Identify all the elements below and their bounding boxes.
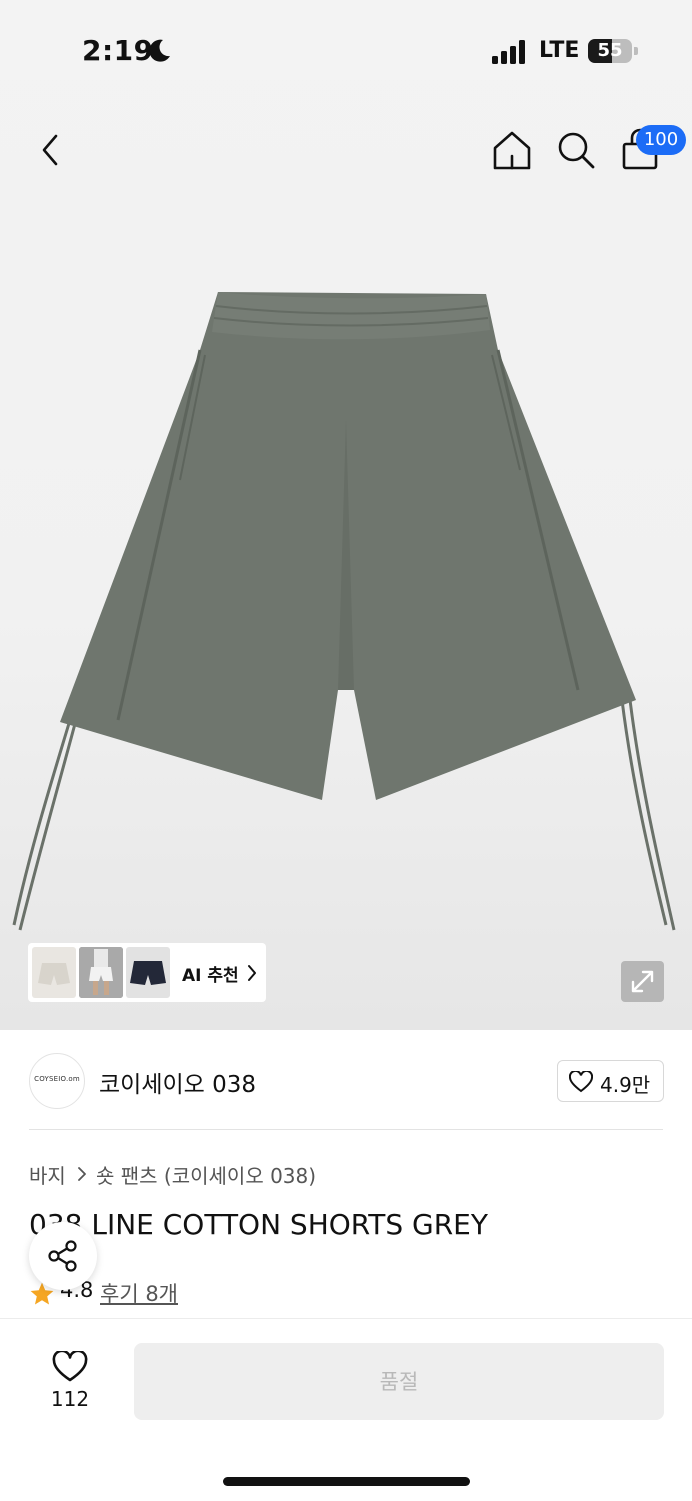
breadcrumb-category[interactable]: 바지: [29, 1160, 66, 1189]
ai-recommend-strip[interactable]: AI 추천: [28, 943, 266, 1002]
chevron-right-icon: [78, 1167, 86, 1181]
search-icon[interactable]: [554, 128, 598, 172]
wish-count: 112: [50, 1387, 90, 1411]
share-icon: [48, 1240, 77, 1272]
expand-icon: [631, 970, 654, 993]
brand-logo-text: COYSEIO.om: [34, 1075, 80, 1083]
recommend-thumbnail[interactable]: [32, 947, 76, 998]
recommend-thumbnail[interactable]: [79, 947, 123, 998]
signal-icon: [492, 40, 525, 64]
battery-level: 55: [597, 40, 623, 61]
heart-icon[interactable]: [52, 1351, 88, 1383]
heart-icon: [569, 1071, 593, 1093]
brand-logo[interactable]: COYSEIO.om: [29, 1053, 85, 1109]
back-chevron-icon[interactable]: [32, 128, 72, 172]
home-indicator: [223, 1477, 470, 1486]
soldout-button[interactable]: 품절: [134, 1343, 664, 1420]
bottom-action-bar: 112 품절: [0, 1318, 692, 1501]
review-count-link[interactable]: 후기 8개: [100, 1278, 178, 1308]
ai-recommend-label[interactable]: AI 추천: [182, 961, 239, 986]
brand-name[interactable]: 코이세이오 038: [99, 1065, 256, 1099]
battery-indicator: 55: [588, 39, 638, 63]
expand-image-button[interactable]: [621, 961, 664, 1002]
brand-like-count: 4.9만: [600, 1073, 651, 1097]
home-icon[interactable]: [490, 128, 534, 172]
product-image-area[interactable]: 2:19 LTE 55 100 AI 추천: [0, 0, 692, 1030]
breadcrumb-subcategory[interactable]: 숏 팬츠 (코이세이오 038): [96, 1160, 316, 1189]
product-photo: [12, 292, 676, 931]
product-title: 038 LINE COTTON SHORTS GREY: [29, 1208, 488, 1241]
share-button[interactable]: [29, 1222, 97, 1290]
chevron-right-icon: [248, 965, 256, 981]
status-time: 2:19: [82, 34, 154, 67]
moon-icon: [149, 39, 170, 62]
brand-like-button[interactable]: 4.9만: [557, 1060, 664, 1102]
brand-row[interactable]: COYSEIO.om 코이세이오 038 4.9만: [0, 1030, 692, 1130]
cart-count-badge: 100: [636, 125, 686, 155]
network-type: LTE: [539, 38, 580, 63]
divider: [29, 1129, 663, 1130]
recommend-thumbnail[interactable]: [126, 947, 170, 998]
